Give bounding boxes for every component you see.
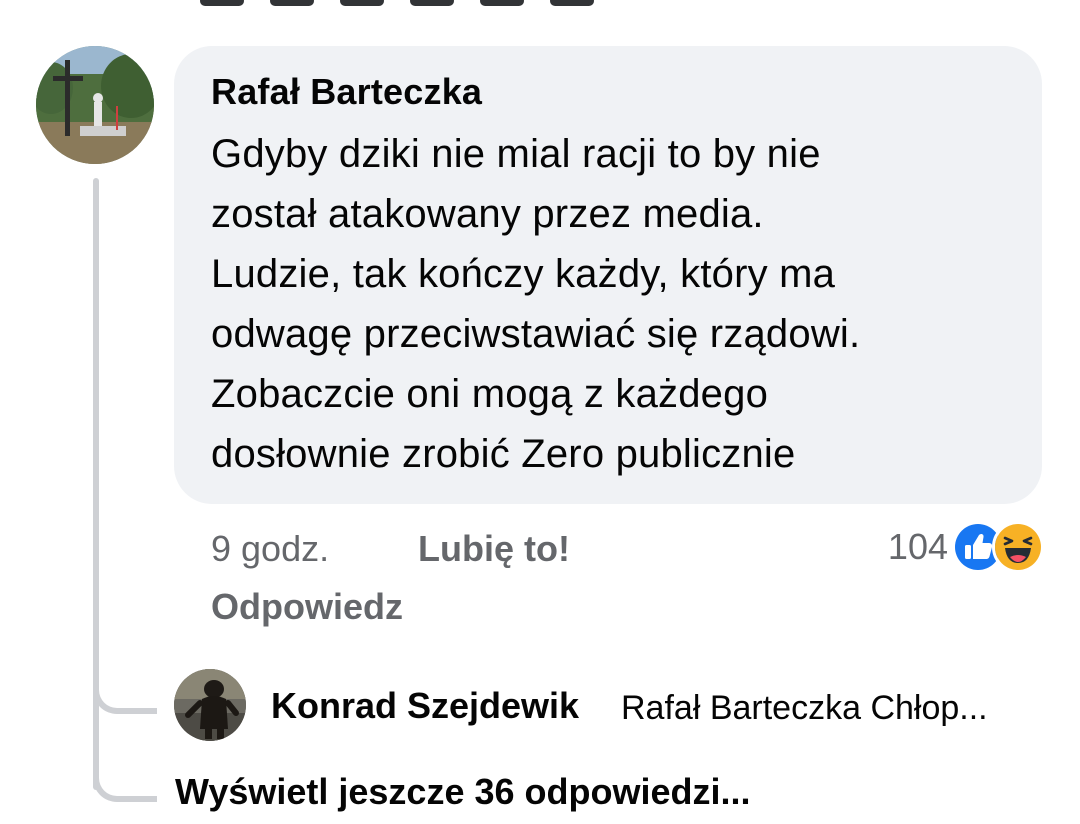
comment-timestamp[interactable]: 9 godz.	[211, 527, 329, 571]
thread-branch-more	[93, 762, 157, 802]
reply-avatar[interactable]	[174, 669, 246, 741]
reply-snippet[interactable]: Rafał Barteczka Chłop...	[621, 686, 988, 730]
comment-text: Gdyby dziki nie mial racji to by nie zos…	[211, 132, 861, 476]
view-more-replies-button[interactable]: Wyświetl jeszcze 36 odpowiedzi...	[175, 770, 751, 814]
reactions-summary[interactable]: 104	[888, 521, 1044, 573]
thread-branch-reply	[93, 674, 157, 714]
like-button[interactable]: Lubię to!	[418, 527, 570, 571]
reply-author[interactable]: Konrad Szejdewik	[271, 684, 579, 728]
previous-comment-fragment	[200, 0, 700, 6]
avatar-photo	[36, 46, 154, 164]
avatar[interactable]	[36, 46, 154, 164]
comment-author[interactable]: Rafał Barteczka	[211, 72, 1006, 112]
comment-bubble: Rafał Barteczka Gdyby dziki nie mial rac…	[174, 46, 1042, 504]
reaction-count: 104	[887, 526, 948, 567]
reply-avatar-photo	[174, 669, 246, 741]
haha-icon	[992, 521, 1044, 573]
reply-button[interactable]: Odpowiedz	[211, 585, 403, 629]
